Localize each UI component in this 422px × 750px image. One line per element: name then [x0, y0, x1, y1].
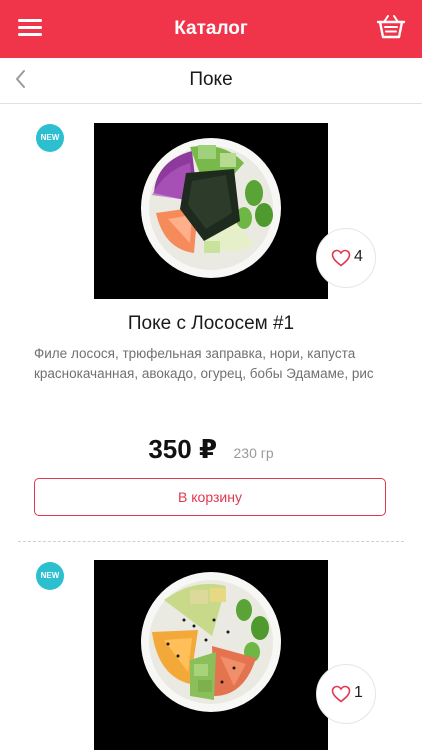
- product-name[interactable]: Поке с Лососем #1: [0, 313, 422, 335]
- price-row: 350 ₽ 230 гр: [0, 434, 422, 465]
- like-button[interactable]: 4: [316, 228, 376, 288]
- product-description: Филе лосося, трюфельная заправка, нори, …: [34, 346, 374, 381]
- product-card: NEW 1: [0, 542, 422, 750]
- product-photo[interactable]: [94, 123, 328, 299]
- new-badge: NEW: [36, 562, 64, 590]
- like-button[interactable]: 1: [316, 664, 376, 724]
- product-card: NEW 4 Поке с Лососем #1 Филе лосося, трю…: [0, 104, 422, 542]
- new-badge: NEW: [36, 124, 64, 152]
- heart-icon: [331, 249, 351, 267]
- product-price: 350 ₽: [148, 434, 218, 464]
- product-weight: 230 гр: [233, 445, 274, 461]
- product-photo[interactable]: [94, 560, 328, 750]
- like-count: 4: [354, 248, 363, 265]
- header-title: Каталог: [174, 18, 248, 39]
- heart-icon: [331, 685, 351, 703]
- like-count: 1: [354, 684, 363, 701]
- add-to-cart-button[interactable]: В корзину: [34, 478, 386, 516]
- section-header: Поке: [0, 58, 422, 104]
- page-title: Поке: [189, 69, 233, 90]
- app-header: Каталог: [0, 0, 422, 58]
- basket-icon[interactable]: [376, 14, 406, 40]
